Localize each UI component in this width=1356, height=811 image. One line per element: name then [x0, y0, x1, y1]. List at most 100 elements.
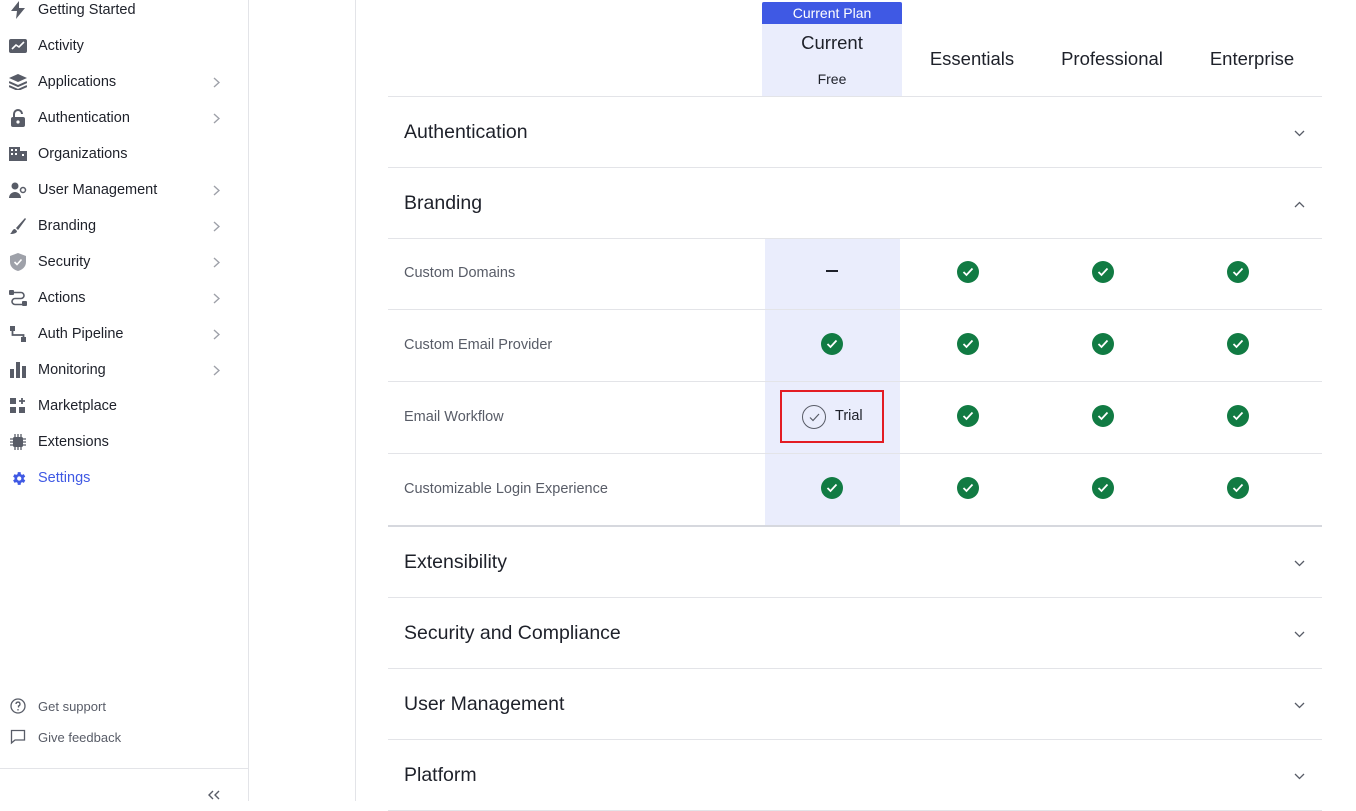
feature-label: Email Workflow — [404, 409, 504, 425]
chevron-down-icon — [1292, 556, 1306, 570]
feature-row-customizable-login-experience: Customizable Login Experience — [388, 454, 1322, 526]
sidebar-item-applications[interactable]: Applications — [0, 64, 248, 100]
sidebar-item-monitoring[interactable]: Monitoring — [0, 352, 248, 388]
help-circle-icon — [9, 697, 27, 715]
chevron-down-icon — [1292, 126, 1306, 140]
chevron-right-icon — [210, 364, 222, 376]
sidebar-item-label: Settings — [38, 470, 91, 486]
section-branding[interactable]: Branding — [388, 168, 1322, 239]
chevron-up-icon — [1292, 197, 1306, 211]
sidebar-item-extensions[interactable]: Extensions — [0, 424, 248, 460]
chevron-right-icon — [210, 76, 222, 88]
chip-icon — [9, 433, 27, 451]
sidebar-item-organizations[interactable]: Organizations — [0, 136, 248, 172]
sidebar-item-getting-started[interactable]: Getting Started — [0, 0, 248, 28]
actions-flow-icon — [9, 289, 27, 307]
sidebar-item-label: Marketplace — [38, 398, 117, 414]
building-icon — [9, 145, 27, 163]
current-plan-title: Current — [801, 32, 863, 53]
layers-icon — [9, 73, 27, 91]
chevron-down-icon — [1292, 627, 1306, 641]
check-icon — [957, 477, 979, 499]
sidebar-item-label: Organizations — [38, 146, 128, 162]
double-chevron-left-icon — [207, 787, 221, 805]
chevron-right-icon — [210, 292, 222, 304]
sidebar-item-label: Activity — [38, 38, 84, 54]
check-icon — [1227, 405, 1249, 427]
sidebar-item-label: Actions — [38, 290, 86, 306]
users-icon — [9, 181, 27, 199]
section-extensibility[interactable]: Extensibility — [388, 527, 1322, 598]
plan-name-essentials: Essentials — [929, 48, 1015, 69]
check-icon — [957, 405, 979, 427]
section-title: User Management — [404, 693, 565, 715]
give-feedback-link[interactable]: Give feedback — [0, 722, 248, 752]
chevron-right-icon — [210, 256, 222, 268]
sidebar-item-label: Extensions — [38, 434, 109, 450]
check-icon — [957, 261, 979, 283]
brush-icon — [9, 217, 27, 235]
sidebar-item-label: Getting Started — [38, 2, 136, 18]
gear-icon — [9, 469, 27, 487]
plan-name-professional: Professional — [1061, 48, 1163, 69]
section-title: Platform — [404, 764, 477, 786]
feedback-bubble-icon — [9, 728, 27, 746]
feature-label: Customizable Login Experience — [404, 481, 608, 497]
section-security-compliance[interactable]: Security and Compliance — [388, 598, 1322, 669]
check-icon — [1227, 261, 1249, 283]
section-authentication[interactable]: Authentication — [388, 97, 1322, 168]
shield-icon — [9, 253, 27, 271]
sidebar-item-user-management[interactable]: User Management — [0, 172, 248, 208]
chevron-right-icon — [210, 112, 222, 124]
sidebar-item-settings[interactable]: Settings — [0, 460, 248, 496]
sidebar-item-branding[interactable]: Branding — [0, 208, 248, 244]
check-icon — [1092, 333, 1114, 355]
trial-check-outline-icon — [802, 405, 826, 429]
chevron-down-icon — [1292, 698, 1306, 712]
section-title: Security and Compliance — [404, 622, 621, 644]
unavailable-dash-icon — [821, 261, 843, 283]
section-title: Authentication — [404, 121, 528, 143]
sidebar-item-actions[interactable]: Actions — [0, 280, 248, 316]
section-title: Branding — [404, 192, 483, 214]
trial-badge[interactable]: Trial — [780, 390, 884, 443]
section-user-management[interactable]: User Management — [388, 669, 1322, 740]
chevron-right-icon — [210, 328, 222, 340]
section-platform[interactable]: Platform — [388, 740, 1322, 811]
sidebar-item-label: Security — [38, 254, 91, 270]
trial-label: Trial — [835, 408, 863, 424]
check-icon — [821, 477, 843, 499]
feature-row-custom-email-provider: Custom Email Provider — [388, 310, 1322, 382]
sidebar-item-auth-pipeline[interactable]: Auth Pipeline — [0, 316, 248, 352]
current-plan-column-header: Current Plan Current Free — [762, 2, 902, 96]
check-icon — [1092, 405, 1114, 427]
sidebar-item-activity[interactable]: Activity — [0, 28, 248, 64]
sidebar-item-security[interactable]: Security — [0, 244, 248, 280]
sidebar-item-authentication[interactable]: Authentication — [0, 100, 248, 136]
bolt-icon — [9, 1, 27, 19]
check-icon — [1227, 477, 1249, 499]
sidebar-item-label: Monitoring — [38, 362, 106, 378]
sidebar-divider — [0, 768, 248, 769]
content-divider — [355, 0, 356, 801]
get-support-label: Get support — [38, 698, 106, 714]
sidebar: Getting Started Activity Applications Au… — [0, 0, 249, 801]
chevron-down-icon — [1292, 769, 1306, 783]
check-icon — [821, 333, 843, 355]
check-icon — [1092, 261, 1114, 283]
sidebar-item-label: Applications — [38, 74, 117, 90]
current-plan-subtitle: Free — [817, 71, 847, 87]
bar-chart-icon — [9, 361, 27, 379]
check-icon — [957, 333, 979, 355]
get-support-link[interactable]: Get support — [0, 691, 248, 721]
section-title: Extensibility — [404, 551, 507, 573]
collapse-sidebar-button[interactable] — [204, 790, 224, 802]
sidebar-item-label: Branding — [38, 218, 97, 234]
give-feedback-label: Give feedback — [38, 729, 122, 745]
check-icon — [1227, 333, 1249, 355]
feature-label: Custom Domains — [404, 265, 516, 281]
feature-label: Custom Email Provider — [404, 337, 553, 353]
sidebar-item-marketplace[interactable]: Marketplace — [0, 388, 248, 424]
sidebar-item-label: Authentication — [38, 110, 130, 126]
marketplace-grid-icon — [9, 397, 27, 415]
